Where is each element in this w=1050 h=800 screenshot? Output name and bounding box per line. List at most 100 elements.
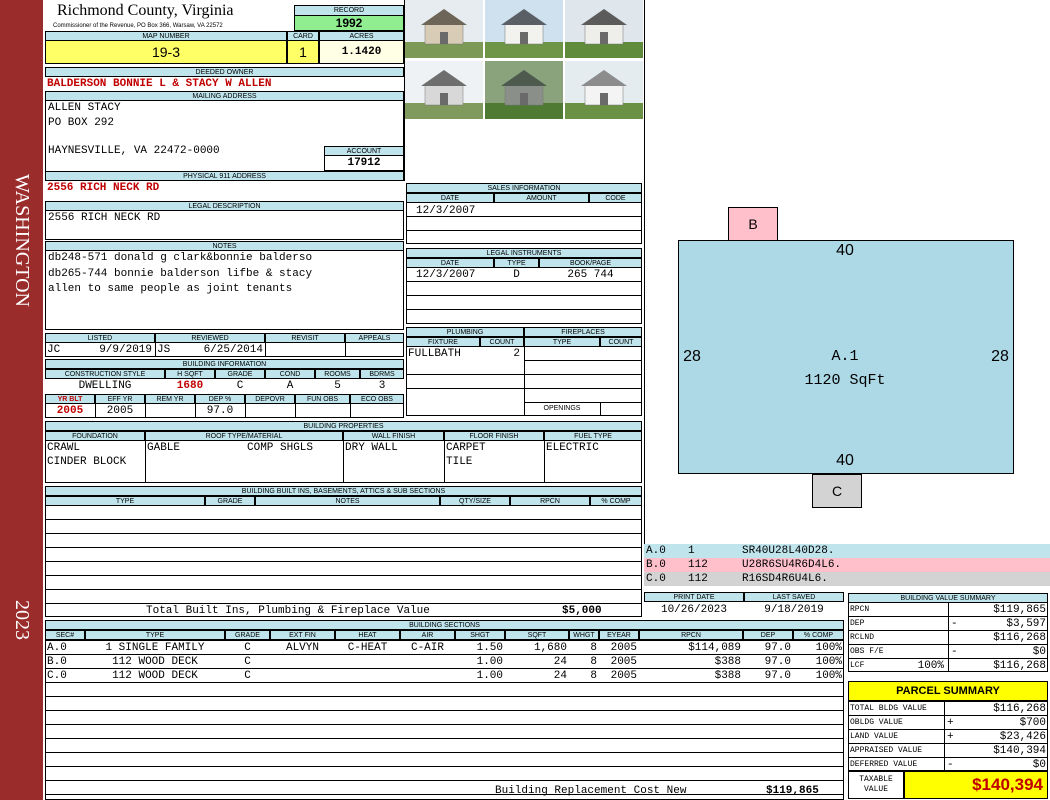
commissioner-address: Commissioner of the Revenue, PO Box 366,… — [53, 23, 223, 29]
section-cell-type: 112 WOOD DECK — [112, 656, 198, 668]
legend-row: C.0 112 R16SD4R6U4L6. — [644, 572, 1050, 586]
floor-finish-1: CARPET — [446, 442, 486, 454]
vs-lcf-label: LCF — [850, 661, 865, 670]
ps-deferred: $0 — [1032, 759, 1046, 771]
district-name: WASHINGTON — [11, 173, 33, 307]
bedrooms: 3 — [378, 380, 386, 392]
section-cell-rpcn: $388 — [714, 670, 741, 682]
legend-type: 112 — [688, 559, 708, 571]
cond-header: COND — [265, 369, 315, 379]
section-col-header-shgt: SHGT — [455, 630, 505, 640]
fuel-type: ELECTRIC — [546, 442, 599, 454]
instrument-book-page: 265 744 — [567, 269, 614, 281]
record-value: 1992 — [294, 15, 404, 31]
area-size: 1120 SqFt — [804, 372, 886, 389]
plumbing-header: PLUMBING — [406, 327, 524, 337]
hsqft-header: H SQFT — [165, 369, 215, 379]
mailing-line-1: ALLEN STACY — [48, 102, 121, 114]
parcel-summary-header: PARCEL SUMMARY — [848, 681, 1048, 701]
outbuilding-photo — [565, 61, 643, 119]
ps-bldg-label: TOTAL BLDG VALUE — [850, 704, 927, 713]
replacement-cost-label: Building Replacement Cost New — [495, 785, 687, 797]
section-col-header-whgt: WHGT — [569, 630, 599, 640]
notes-line-2: db265-744 bonnie balderson lifbe & stacy — [48, 268, 313, 280]
vs-lcf: $116,268 — [993, 660, 1046, 672]
section-cell-sec: C.0 — [47, 670, 67, 682]
house-front-photo — [485, 0, 563, 58]
section-cell-rpcn: $388 — [714, 656, 741, 668]
last-saved-date: 9/18/2019 — [764, 604, 824, 616]
section-cell-comp: 100% — [815, 642, 842, 654]
section-cell-type: 112 WOOD DECK — [112, 670, 198, 682]
legal-description-box: 2556 RICH NECK RD — [45, 210, 404, 240]
legend-type: 112 — [688, 573, 708, 585]
legend-code: B.0 — [646, 559, 666, 571]
instrument-date: 12/3/2007 — [416, 269, 476, 281]
taxable-label-box: TAXABLE VALUE — [848, 771, 904, 799]
reviewed-date: 6/25/2014 — [203, 344, 263, 356]
replacement-cost-value: $119,865 — [766, 785, 819, 797]
area-name: A.1 — [831, 348, 859, 365]
mailing-line-2: PO BOX 292 — [48, 117, 115, 129]
building-sections-header: BUILDING SECTIONS — [45, 620, 844, 630]
deeded-owner: BALDERSON BONNIE L & STACY W ALLEN — [47, 78, 272, 90]
notes-line-1: db248-571 donald g clark&bonnie balderso — [48, 252, 313, 264]
sales-information-header: SALES INFORMATION — [406, 183, 642, 193]
construction-style: DWELLING — [78, 380, 132, 392]
vs-lcf-pct: 100% — [917, 660, 944, 672]
ps-obldg: $700 — [1019, 717, 1046, 729]
legend-row: A.0 1 SR40U28L40D28. — [644, 544, 1050, 558]
property-photos — [405, 0, 643, 119]
rooms: 5 — [334, 380, 341, 392]
section-cell-eyear: 2005 — [610, 656, 637, 668]
heated-sqft: 1680 — [176, 380, 204, 392]
vs-rpcn-label: RPCN — [850, 605, 870, 614]
section-col-header-grade: GRADE — [225, 630, 270, 640]
section-cell-dep: 97.0 — [764, 642, 791, 654]
vs-obs: $0 — [1032, 646, 1046, 658]
section-cell-ext: ALVYN — [285, 642, 319, 654]
legend-vectors: R16SD4R6U4L6. — [742, 573, 828, 585]
ps-appraised-label: APPRAISED VALUE — [850, 746, 923, 755]
rooms-header: ROOMS — [315, 369, 360, 379]
vs-obs-label: OBS F/E — [850, 647, 884, 656]
listed-by: JC — [47, 344, 61, 356]
instrument-type: D — [513, 269, 520, 281]
print-date-header: PRINT DATE — [644, 592, 744, 602]
physical-address: 2556 RICH NECK RD — [47, 182, 160, 194]
legend-type: 1 — [688, 545, 695, 557]
section-col-header-ext: EXT FIN — [270, 630, 335, 640]
section-col-header-rpcn: RPCN — [639, 630, 743, 640]
section-cell-grade: C — [244, 642, 251, 654]
section-col-header-sec: SEC# — [45, 630, 85, 640]
vs-rclnd: $116,268 — [993, 632, 1046, 644]
depreciation-pct: 97.0 — [206, 405, 234, 417]
section-cell-shgt: 1.00 — [476, 656, 503, 668]
section-cell-whgt: 8 — [590, 642, 597, 654]
tax-year: 2023 — [11, 600, 33, 640]
section-col-header-dep: DEP — [743, 630, 793, 640]
section-cell-grade: C — [244, 670, 251, 682]
floor-finish-2: TILE — [446, 456, 473, 468]
section-cell-sec: A.0 — [47, 642, 67, 654]
area-b-deck: B — [728, 207, 778, 241]
grade: C — [236, 380, 244, 392]
taxable-label-1: TAXABLE — [859, 775, 893, 784]
ps-bldg: $116,268 — [993, 703, 1046, 715]
section-col-header-sqft: SQFT — [505, 630, 569, 640]
vs-dep: $3,597 — [1006, 618, 1046, 630]
section-cell-heat: C-HEAT — [347, 642, 388, 654]
plumbing-fixture: FULLBATH — [408, 348, 461, 360]
section-cell-dep: 97.0 — [764, 670, 791, 682]
house-gable-photo — [405, 61, 483, 119]
dimension-top: 40 — [836, 242, 854, 259]
legend-vectors: SR40U28L40D28. — [742, 545, 835, 557]
acres-value: 1.1420 — [319, 40, 404, 64]
ps-land-label: LAND VALUE — [850, 732, 899, 741]
legal-instruments-header: LEGAL INSTRUMENTS — [406, 248, 642, 258]
builtins-total-label: Total Built Ins, Plumbing & Fireplace Va… — [146, 605, 430, 617]
foundation-2: CINDER BLOCK — [47, 456, 127, 468]
effective-year: 2005 — [106, 405, 134, 417]
area-c-deck: C — [812, 474, 862, 508]
year-built: 2005 — [56, 405, 84, 417]
